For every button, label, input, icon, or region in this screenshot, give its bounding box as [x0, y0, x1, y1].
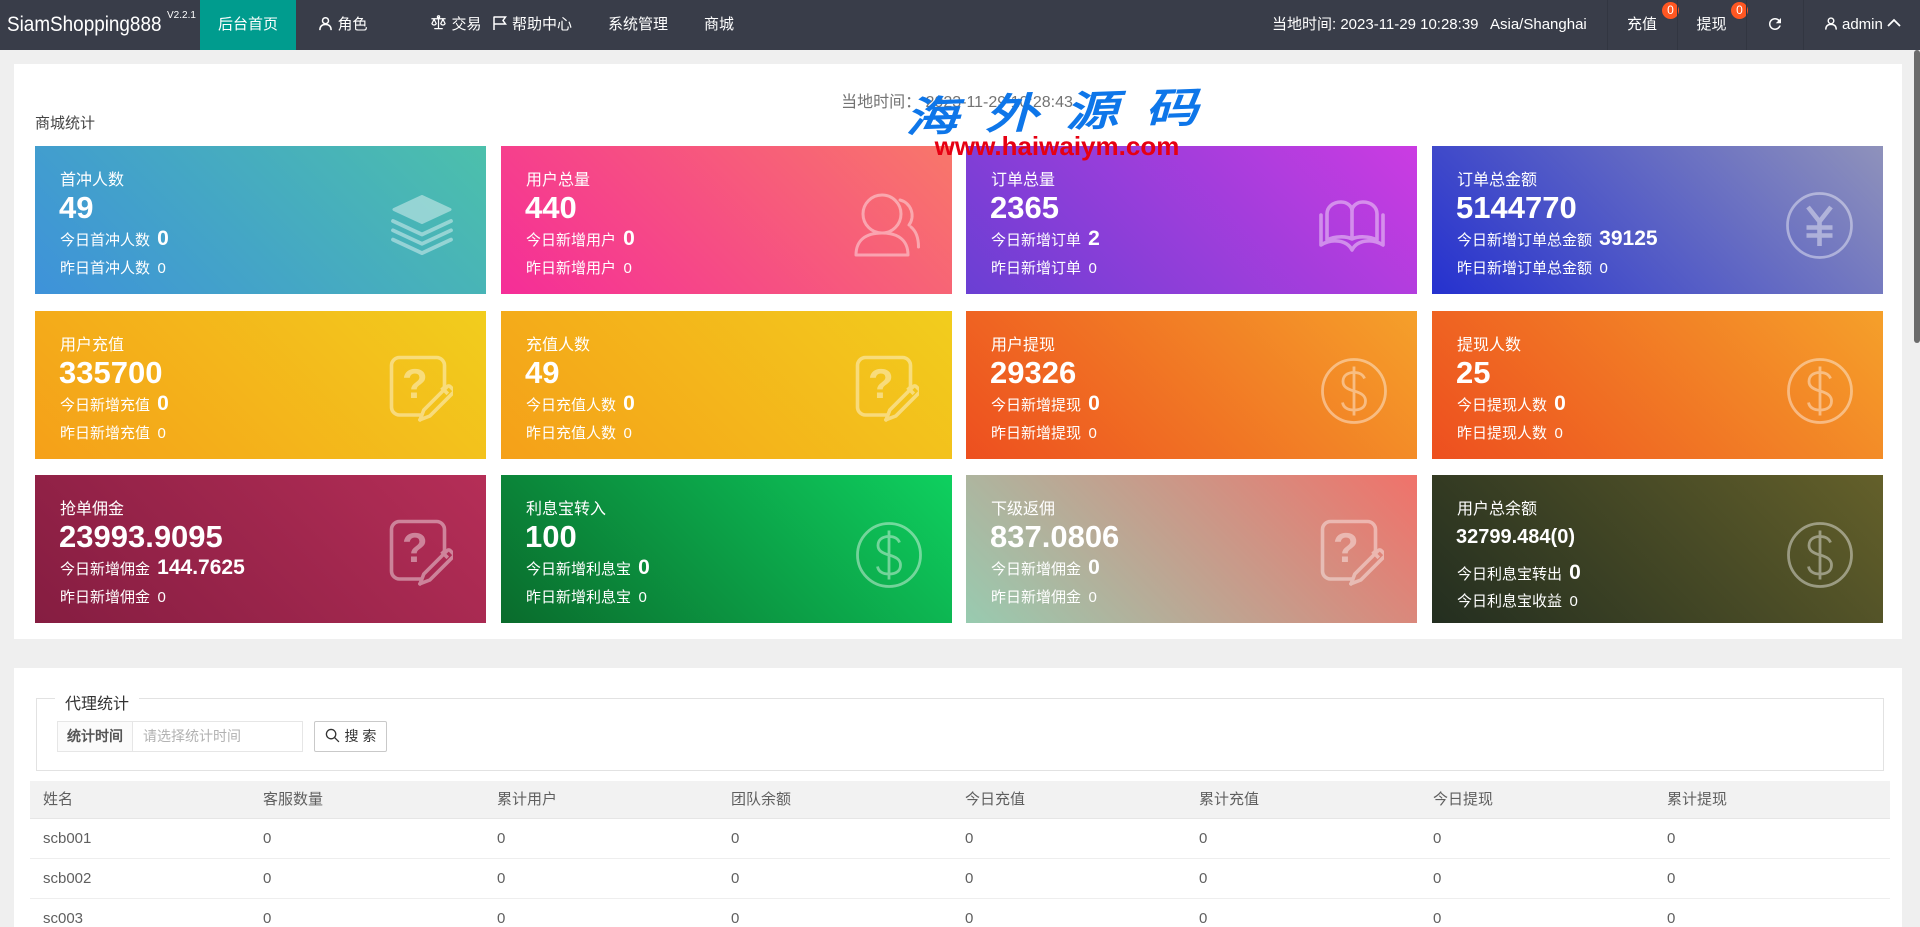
svg-text:?: ? [402, 360, 428, 407]
svg-text:?: ? [402, 524, 428, 571]
svg-text:?: ? [868, 360, 894, 407]
svg-text:?: ? [1333, 524, 1359, 571]
